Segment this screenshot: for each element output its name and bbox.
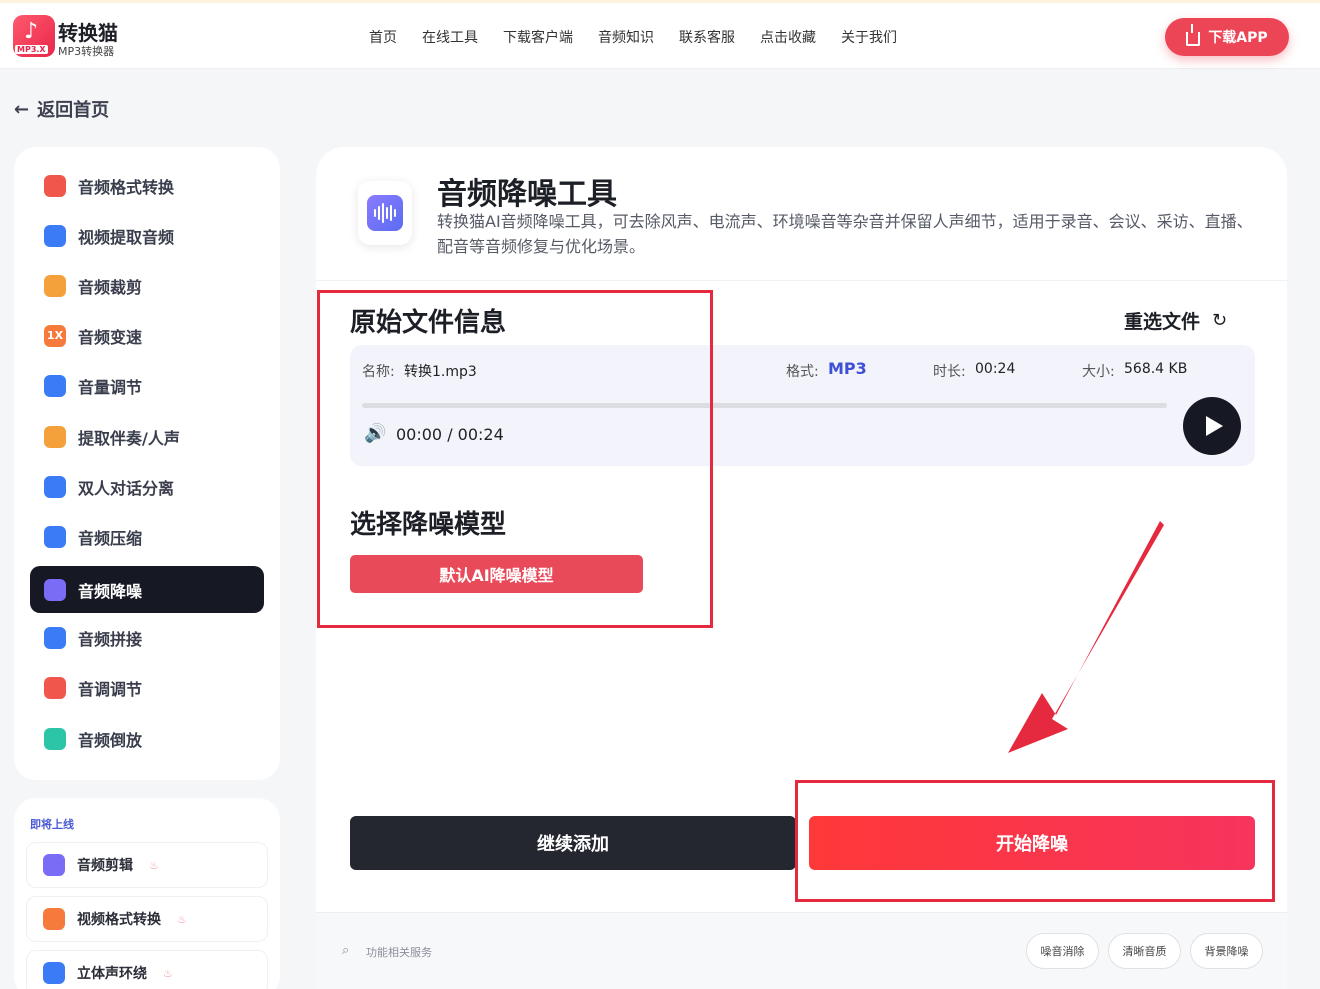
nav-home[interactable]: 首页 <box>369 27 397 47</box>
sidebar-item-label: 音频拼接 <box>78 629 143 649</box>
coming-soon-title: 即将上线 <box>30 818 74 831</box>
nav-download-client[interactable]: 下载客户端 <box>503 27 573 47</box>
logo-title[interactable]: 转换猫 <box>58 17 118 46</box>
sidebar-item-merge[interactable]: 音频拼接 <box>30 614 264 661</box>
sidebar-item-format-convert[interactable]: 音频格式转换 <box>30 162 264 209</box>
sidebar-item-label: 音频变速 <box>78 327 143 347</box>
file-duration-label: 时长: <box>933 364 966 380</box>
coming-soon-item[interactable]: 立体声环绕 ♨ <box>26 950 268 989</box>
compress-icon <box>44 525 66 548</box>
nav-audio-knowledge[interactable]: 音频知识 <box>598 27 654 47</box>
merge-icon <box>44 626 66 649</box>
nav-about[interactable]: 关于我们 <box>841 27 897 47</box>
nav-contact-support[interactable]: 联系客服 <box>679 27 735 47</box>
stereo-cube-icon <box>43 962 65 984</box>
download-app-button[interactable]: 下载APP <box>1165 18 1289 56</box>
chip-clear-audio[interactable]: 清晰音质 <box>1108 933 1181 969</box>
sidebar-item-compress[interactable]: 音频压缩 <box>30 513 264 560</box>
pitch-icon <box>44 676 66 699</box>
refresh-icon: ↻ <box>1212 310 1228 331</box>
sidebar-item-speed[interactable]: 1X 音频变速 <box>30 312 264 359</box>
back-home-link[interactable]: ← 返回首页 <box>14 96 109 122</box>
format-convert-icon <box>44 174 66 197</box>
file-format-value: MP3 <box>828 359 867 378</box>
logo-tag: MP3.X <box>15 45 48 54</box>
sidebar-item-label: 视频提取音频 <box>78 227 175 247</box>
related-services-bar: ⌕ 功能相关服务 噪音消除 清晰音质 背景降噪 <box>316 912 1287 989</box>
back-home-label: 返回首页 <box>37 100 110 121</box>
sidebar-item-label: 音频压缩 <box>78 528 143 548</box>
sidebar-item-label: 双人对话分离 <box>78 478 175 498</box>
speed-icon: 1X <box>44 324 66 347</box>
vocal-extract-icon <box>44 425 66 448</box>
download-app-label: 下载APP <box>1208 30 1268 46</box>
coming-soon-item[interactable]: 音频剪辑 ♨ <box>26 842 268 888</box>
file-duration-value: 00:24 <box>975 361 1016 377</box>
search-icon: ⌕ <box>342 943 350 958</box>
coming-soon-label: 立体声环绕 <box>77 966 147 982</box>
sidebar-item-label: 音频裁剪 <box>78 277 143 297</box>
tool-sidebar: 音频格式转换 视频提取音频 音频裁剪 1X 音频变速音量调节提取伴奏/人声 双人对话分离音… <box>14 147 280 780</box>
coming-soon-item[interactable]: 视频格式转换 ♨ <box>26 896 268 942</box>
sidebar-item-dialog-separate[interactable]: 双人对话分离 <box>30 463 264 510</box>
site-header: ♪ MP3.X 转换猫 MP3转换器 首页 在线工具 下载客户端 音频知识 联系… <box>0 3 1320 69</box>
sidebar-item-label: 音量调节 <box>78 377 143 397</box>
chip-noise-removal[interactable]: 噪音消除 <box>1026 933 1099 969</box>
reselect-file-button[interactable]: 重选文件 ↻ <box>1124 307 1227 334</box>
file-format-label: 格式: <box>786 364 819 380</box>
tool-title: 音频降噪工具 <box>437 177 617 212</box>
header-divider <box>316 280 1287 281</box>
sidebar-item-vocal-extract[interactable]: 提取伴奏/人声 <box>30 413 264 460</box>
denoise-tool-icon <box>358 181 412 245</box>
tool-description: 转换猫AI音频降噪工具，可去除风声、电流声、环境噪音等杂音并保留人声细节，适用于… <box>437 212 1253 256</box>
sidebar-item-volume[interactable]: 音量调节 <box>30 362 264 409</box>
coming-soon-label: 音频剪辑 <box>77 858 133 874</box>
reverse-icon <box>44 727 66 750</box>
sidebar-item-denoise[interactable]: 音频降噪 <box>30 566 264 613</box>
audio-cut-icon <box>44 274 66 297</box>
continue-add-button[interactable]: 继续添加 <box>350 816 796 870</box>
video-play-icon <box>43 908 65 930</box>
sidebar-item-pitch[interactable]: 音调调节 <box>30 664 264 711</box>
sidebar-item-audio-cut[interactable]: 音频裁剪 <box>30 262 264 309</box>
volume-icon <box>44 374 66 397</box>
annotation-box-start-button <box>795 780 1275 902</box>
annotation-box-file-info <box>317 290 713 628</box>
download-icon <box>1186 24 1201 46</box>
coming-soon-panel: 即将上线 音频剪辑 ♨ 视频格式转换 ♨ 立体声环绕 ♨ <box>14 798 280 989</box>
chip-background-denoise[interactable]: 背景降噪 <box>1190 933 1263 969</box>
nav-bookmark[interactable]: 点击收藏 <box>760 27 816 47</box>
video-extract-icon <box>44 224 66 247</box>
coming-soon-label: 视频格式转换 <box>77 912 161 928</box>
scissors-icon <box>43 854 65 876</box>
sidebar-item-label: 音频倒放 <box>78 730 143 750</box>
file-size-label: 大小: <box>1082 364 1115 380</box>
logo-subtitle: MP3转换器 <box>58 45 115 58</box>
file-size-value: 568.4 KB <box>1124 361 1188 377</box>
arrow-left-icon: ← <box>14 98 30 120</box>
main-nav: 首页 在线工具 下载客户端 音频知识 联系客服 点击收藏 关于我们 <box>369 27 897 47</box>
denoise-icon <box>44 578 66 601</box>
logo-icon[interactable]: ♪ MP3.X <box>13 15 55 57</box>
sidebar-item-label: 音频降噪 <box>78 581 143 601</box>
annotation-arrow <box>1008 521 1164 753</box>
dialog-separate-icon <box>44 475 66 498</box>
hot-flame-icon: ♨ <box>149 858 159 872</box>
sidebar-item-label: 音频格式转换 <box>78 177 175 197</box>
hot-flame-icon: ♨ <box>163 966 173 980</box>
sidebar-item-label: 提取伴奏/人声 <box>78 428 180 448</box>
play-button[interactable] <box>1183 397 1241 455</box>
sidebar-item-label: 音调调节 <box>78 679 143 699</box>
sidebar-item-reverse[interactable]: 音频倒放 <box>30 715 264 762</box>
related-services-label: 功能相关服务 <box>366 946 432 959</box>
reselect-file-label: 重选文件 <box>1124 311 1201 333</box>
nav-online-tools[interactable]: 在线工具 <box>422 27 478 47</box>
sidebar-item-video-extract[interactable]: 视频提取音频 <box>30 212 264 259</box>
hot-flame-icon: ♨ <box>177 912 187 926</box>
